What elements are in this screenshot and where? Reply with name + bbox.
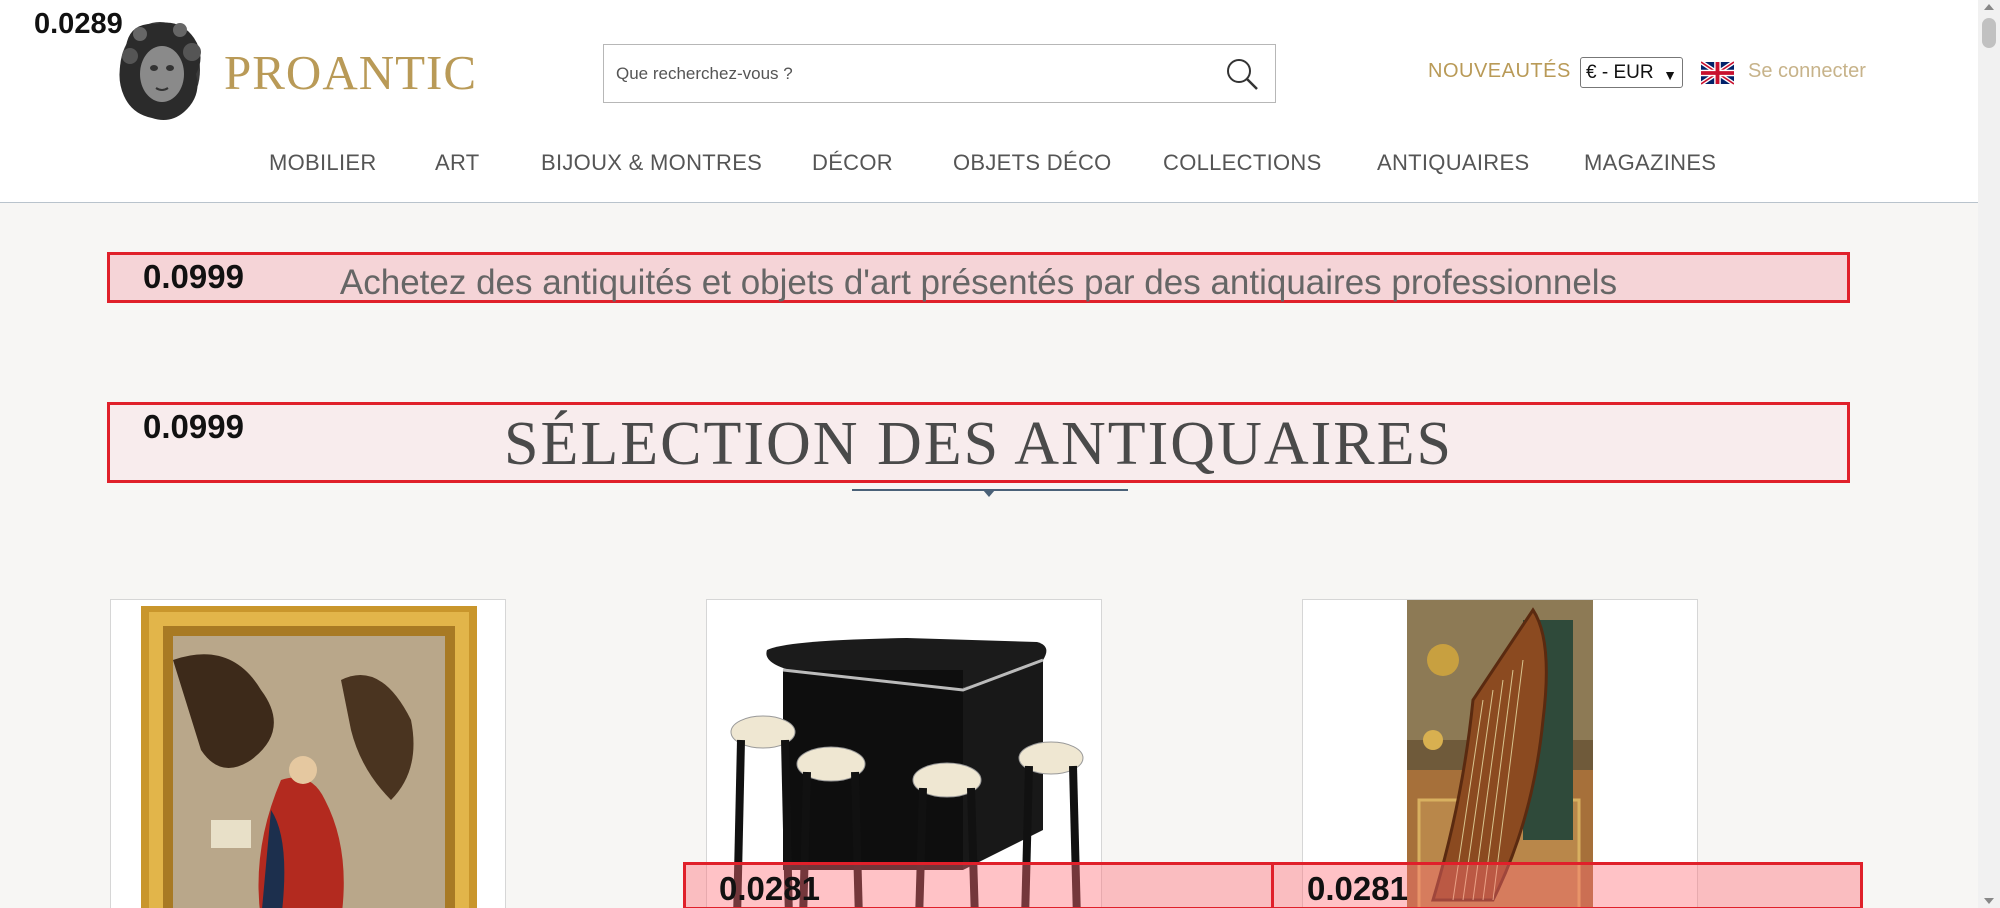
overlay-score-top: 0.0289 bbox=[34, 8, 123, 40]
overlay-score-card-1: 0.0281 bbox=[719, 870, 820, 907]
nav-item-decor[interactable]: DÉCOR bbox=[812, 150, 893, 176]
overlay-score-section: 0.0999 bbox=[143, 408, 244, 445]
section-title-overlay-box: SÉLECTION DES ANTIQUAIRES 0.0999 bbox=[107, 402, 1850, 483]
nav-item-bijoux-montres[interactable]: BIJOUX & MONTRES bbox=[541, 150, 762, 176]
search-icon[interactable] bbox=[1225, 57, 1259, 91]
site-header: PROANTIC NOUVEAUTÉS € - EUR ▼ Se connect… bbox=[0, 0, 1978, 203]
tagline-text: Achetez des antiquités et objets d'art p… bbox=[339, 263, 1618, 302]
page-scrollbar[interactable] bbox=[1978, 0, 2000, 908]
nav-item-art[interactable]: ART bbox=[435, 150, 480, 176]
brand-name[interactable]: PROANTIC bbox=[224, 44, 477, 101]
overlay-score-tagline: 0.0999 bbox=[143, 258, 244, 295]
painting-image bbox=[141, 606, 477, 908]
nav-item-collections[interactable]: COLLECTIONS bbox=[1163, 150, 1322, 176]
overlay-score-card-2: 0.0281 bbox=[1307, 870, 1408, 907]
main-nav: MOBILIER ART BIJOUX & MONTRES DÉCOR OBJE… bbox=[0, 150, 1978, 180]
search-box[interactable] bbox=[603, 44, 1276, 103]
card-overlay-box-2: 0.0281 bbox=[1271, 862, 1863, 908]
section-title: SÉLECTION DES ANTIQUAIRES bbox=[504, 410, 1453, 478]
scroll-down-arrow-icon[interactable] bbox=[1984, 898, 1994, 904]
scroll-up-arrow-icon[interactable] bbox=[1984, 4, 1994, 10]
currency-value: € - EUR bbox=[1586, 62, 1654, 83]
nav-item-magazines[interactable]: MAGAZINES bbox=[1584, 150, 1716, 176]
product-card-painting[interactable] bbox=[110, 599, 506, 908]
nav-item-mobilier[interactable]: MOBILIER bbox=[269, 150, 377, 176]
login-link[interactable]: Se connecter bbox=[1748, 60, 1866, 83]
scrollbar-thumb[interactable] bbox=[1982, 18, 1996, 48]
uk-flag-icon[interactable] bbox=[1699, 60, 1736, 86]
tagline-overlay-box: Achetez des antiquités et objets d'art p… bbox=[107, 252, 1850, 303]
currency-select[interactable]: € - EUR ▼ bbox=[1580, 57, 1683, 88]
divider-arrow-icon bbox=[983, 490, 995, 497]
nav-item-antiquaires[interactable]: ANTIQUAIRES bbox=[1377, 150, 1529, 176]
logo-statue-icon[interactable] bbox=[110, 16, 210, 124]
chevron-down-icon: ▼ bbox=[1663, 67, 1677, 83]
card-overlay-box-1: 0.0281 bbox=[683, 862, 1274, 908]
search-input[interactable] bbox=[616, 45, 1196, 102]
nouveautes-link[interactable]: NOUVEAUTÉS bbox=[1428, 60, 1571, 83]
nav-item-objets-deco[interactable]: OBJETS DÉCO bbox=[953, 150, 1112, 176]
